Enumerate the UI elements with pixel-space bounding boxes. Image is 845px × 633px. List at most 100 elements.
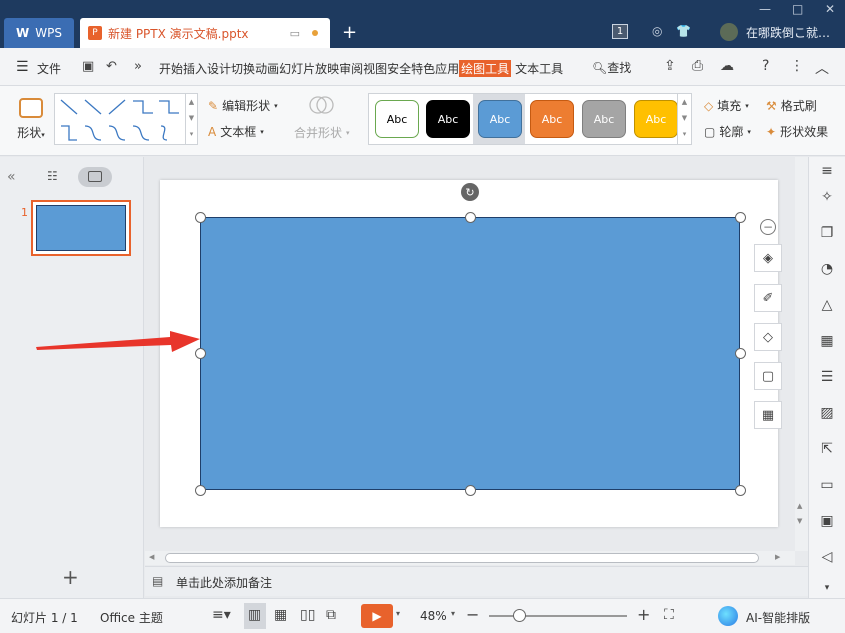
shirt-icon[interactable]: 👕 (676, 24, 691, 38)
tab-drawing-tools[interactable]: 绘图工具 (459, 60, 512, 77)
styles-scroll[interactable]: ▲ ▼ ▾ (677, 94, 691, 144)
ai-layout-button[interactable]: AI-智能排版 (746, 609, 810, 626)
zoom-level[interactable]: 48% (420, 609, 447, 623)
tab-text-tools[interactable]: 文本工具 (515, 60, 563, 77)
format-painter-button[interactable]: ⚒ 格式刷 (766, 97, 817, 114)
undo-icon[interactable]: ↶ (106, 59, 117, 74)
tab-view[interactable]: 视图 (363, 60, 387, 77)
edit-shape-button[interactable]: ✎ 编辑形状 ▾ (208, 97, 278, 114)
sidebar-menu-icon[interactable]: ≡ (817, 163, 837, 183)
save-icon[interactable]: ▣ (82, 59, 94, 74)
more-menu-chevron[interactable]: » (134, 59, 142, 74)
theme-name[interactable]: Office 主题 (100, 609, 163, 626)
shapes-icon[interactable]: ◔ (817, 261, 837, 281)
reading-view-icon[interactable]: ▯▯ (300, 607, 315, 623)
cloud-icon[interactable]: ☁ (720, 58, 734, 74)
restore-button[interactable]: □ (792, 2, 803, 16)
border-icon[interactable]: ▢ (754, 362, 782, 390)
outline-view-icon[interactable]: ☷ (47, 169, 58, 183)
shape-style-5[interactable]: Abc (582, 100, 626, 138)
slide-thumbnail[interactable] (31, 200, 131, 256)
tab-design[interactable]: 设计 (207, 60, 231, 77)
resize-handle-right[interactable] (735, 348, 746, 359)
zoom-slider[interactable] (489, 615, 627, 617)
zoom-in-button[interactable]: + (637, 605, 650, 624)
resize-handle-top[interactable] (465, 212, 476, 223)
username-label[interactable]: 在哪跌倒こ就… (746, 24, 830, 41)
copy-icon[interactable]: ❐ (817, 225, 837, 245)
horizontal-scroll-thumb[interactable] (165, 553, 759, 563)
horizontal-scrollbar[interactable]: ◀ ▶ (145, 551, 795, 565)
grid-icon[interactable]: ▦ (817, 333, 837, 353)
play-slideshow-button[interactable]: ▶ (361, 604, 393, 628)
rectangle-shape[interactable] (200, 217, 740, 490)
text-box-button[interactable]: A 文本框 ▾ (208, 123, 264, 140)
normal-view-icon[interactable]: ▥ (248, 607, 261, 623)
collapse-ribbon-icon[interactable]: ︿ (815, 58, 829, 78)
resize-handle-bottom[interactable] (465, 485, 476, 496)
picture-icon[interactable]: ▨ (817, 405, 837, 425)
settings-sliders-icon[interactable]: ☰ (817, 369, 837, 389)
user-avatar[interactable] (720, 23, 738, 41)
menu-file[interactable]: 文件 (37, 60, 61, 77)
shape-styles-gallery[interactable]: Abc Abc Abc Abc Abc Abc ▲ ▼ ▾ (368, 93, 692, 145)
audio-icon[interactable]: ◁ (817, 549, 837, 569)
tab-special-apps[interactable]: 特色应用 (411, 60, 459, 77)
shape-style-1[interactable]: Abc (375, 100, 419, 138)
help-icon[interactable]: ? (762, 58, 769, 74)
tab-home[interactable]: 开始 (159, 60, 183, 77)
skin-icon[interactable]: ◎ (652, 24, 662, 38)
resize-handle-top-left[interactable] (195, 212, 206, 223)
monitor-icon[interactable]: ▭ (290, 27, 300, 40)
export-icon[interactable]: ⎙ (692, 58, 703, 74)
new-tab-button[interactable]: + (342, 22, 357, 43)
tab-review[interactable]: 审阅 (339, 60, 363, 77)
zoom-out-button[interactable]: − (466, 605, 479, 624)
tab-slideshow[interactable]: 幻灯片放映 (279, 60, 339, 77)
fit-window-icon[interactable]: ⛶ (664, 607, 674, 623)
collapse-tools-icon[interactable]: − (760, 219, 776, 235)
resize-handle-top-right[interactable] (735, 212, 746, 223)
tab-security[interactable]: 安全 (387, 60, 411, 77)
outline-button[interactable]: ▢ 轮廓 ▾ (704, 123, 751, 140)
tab-animation[interactable]: 动画 (255, 60, 279, 77)
play-dropdown-icon[interactable]: ▾ (396, 609, 400, 618)
triangle-icon[interactable]: △ (817, 297, 837, 317)
resize-handle-bottom-right[interactable] (735, 485, 746, 496)
more-options-icon[interactable]: ⋮ (790, 58, 804, 74)
slide-sorter-icon[interactable]: ▦ (274, 607, 287, 623)
shape-effects-button[interactable]: ✦ 形状效果 (766, 123, 828, 140)
minimize-button[interactable]: — (759, 2, 771, 16)
slide-view-toggle[interactable] (78, 167, 112, 187)
line-shapes-gallery[interactable]: ▲ ▼ ▾ (54, 93, 198, 145)
window-count-badge[interactable]: 1 (612, 24, 628, 39)
archive-icon[interactable]: ▭ (817, 477, 837, 497)
tab-insert[interactable]: 插入 (183, 60, 207, 77)
gallery-scroll[interactable]: ▲ ▼ ▾ (185, 94, 197, 144)
magic-icon[interactable]: ✧ (817, 189, 837, 209)
layers-icon[interactable]: ◈ (754, 244, 782, 272)
hamburger-icon[interactable]: ☰ (16, 59, 29, 75)
tab-wps-home[interactable]: W WPS (4, 18, 74, 48)
share-out-icon[interactable]: ⇱ (817, 441, 837, 461)
shape-style-4[interactable]: Abc (530, 100, 574, 138)
rotate-handle-icon[interactable]: ↻ (461, 183, 479, 201)
close-button[interactable]: ✕ (825, 2, 835, 16)
tab-transition[interactable]: 切换 (231, 60, 255, 77)
resize-handle-bottom-left[interactable] (195, 485, 206, 496)
fill-button[interactable]: ◇ 填充 ▾ (704, 97, 749, 114)
add-slide-button[interactable]: + (62, 565, 79, 589)
shape-style-2[interactable]: Abc (426, 100, 470, 138)
presenter-view-icon[interactable]: ⧉ (326, 607, 336, 623)
zoom-slider-knob[interactable] (513, 609, 526, 622)
search-button[interactable]: 🔍︎查找 (592, 59, 631, 76)
shape-button[interactable]: 形状▾ (12, 96, 50, 146)
shape-group-icon[interactable]: ▦ (754, 401, 782, 429)
fill-icon[interactable]: ◇ (754, 323, 782, 351)
zoom-dropdown-icon[interactable]: ▾ (451, 609, 455, 618)
share-icon[interactable]: ⇪ (664, 58, 676, 74)
notes-toggle-icon[interactable]: ≡▾ (212, 607, 231, 623)
merge-shape-button[interactable]: 合并形状 ▾ (294, 124, 350, 141)
tab-document[interactable]: P 新建 PPTX 演示文稿.pptx ▭ (80, 18, 330, 48)
brush-icon[interactable]: ✐ (754, 284, 782, 312)
